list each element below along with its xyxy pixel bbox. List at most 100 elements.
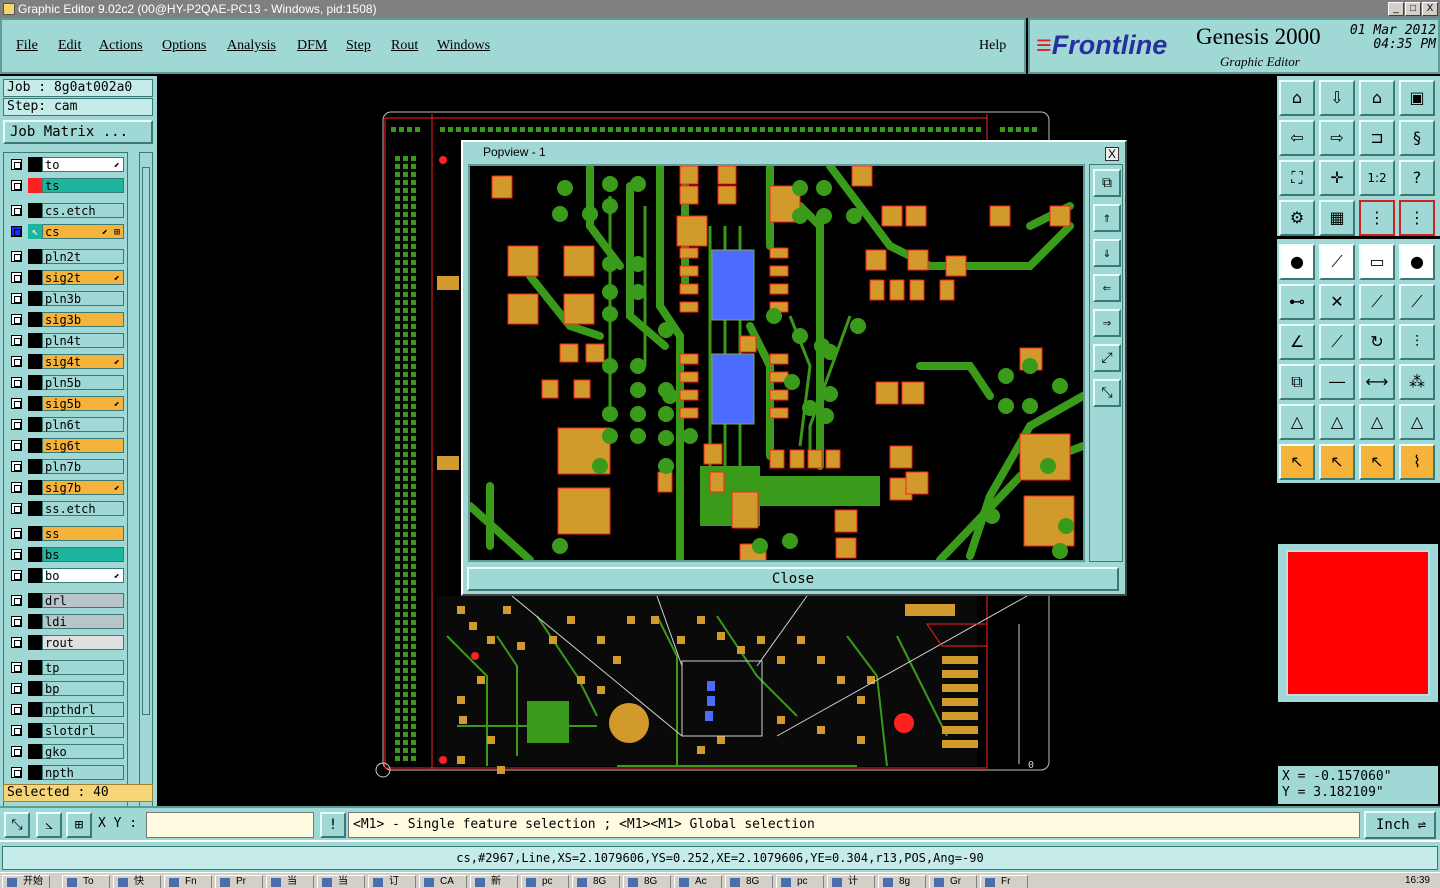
home-icon[interactable]: ⌂ [1359,80,1395,116]
layer-checkbox[interactable] [11,180,22,191]
array-icon[interactable]: ⁂ [1399,364,1435,400]
layer-checkbox[interactable] [11,272,22,283]
board-overview[interactable] [1278,544,1438,702]
layer-name[interactable]: npth [42,765,124,780]
layer-color-swatch[interactable] [28,459,42,474]
layer-checkbox[interactable] [11,725,22,736]
layer-color-swatch[interactable] [28,681,42,696]
layer-name[interactable]: cs ⬋ ⊞ [42,224,124,239]
popview-pan-up-icon[interactable]: ⇑ [1093,204,1121,232]
layer-row[interactable]: sig4t ⬋ [6,354,126,369]
home-up-icon[interactable]: ⌂ [1279,80,1315,116]
layer-checkbox[interactable] [11,662,22,673]
layer-color-swatch[interactable] [28,660,42,675]
unit-selector[interactable]: Inch ⇌ [1364,811,1436,839]
layer-color-swatch[interactable] [28,568,42,583]
snap-icon[interactable]: ⋮ [1359,200,1395,236]
layer-row[interactable]: sig2t ⬋ [6,270,126,285]
layer-color-swatch[interactable] [28,312,42,327]
menu-step[interactable]: Step [346,38,371,54]
taskbar-item[interactable]: 8G [725,875,773,888]
copy-icon[interactable]: ⧉ [1279,364,1315,400]
layer-row[interactable]: to ⬋ [6,157,126,172]
layer-checkbox[interactable] [11,528,22,539]
layer-edit-icon[interactable]: ⬋ [114,481,120,496]
menu-rout[interactable]: Rout [391,38,418,54]
layer-name[interactable]: drl [42,593,124,608]
layer-row[interactable]: bs [6,547,126,562]
layer-color-swatch[interactable] [28,270,42,285]
layer-edit-icon[interactable]: ⬋ [114,271,120,286]
layer-row[interactable]: drl [6,593,126,608]
layer-checkbox[interactable] [11,226,22,237]
resize-icon[interactable]: ⤡ [4,812,30,838]
layer-color-swatch[interactable] [28,354,42,369]
taskbar-item[interactable]: Fn [164,875,212,888]
move-node-icon[interactable]: ⊷ [1279,284,1315,320]
layer-color-swatch[interactable] [28,744,42,759]
scale-icon[interactable]: 1:2 [1359,160,1395,196]
layer-name[interactable]: sig4t ⬋ [42,354,124,369]
layer-row[interactable]: slotdrl [6,723,126,738]
layer-name[interactable]: slotdrl [42,723,124,738]
layer-edit-icon[interactable]: ⬋ ⊞ [102,225,120,240]
connect-icon[interactable]: ⟋ [1359,284,1395,320]
arc-icon[interactable]: ↻ [1359,324,1395,360]
layer-color-swatch[interactable] [28,291,42,306]
maximize-button[interactable]: □ [1405,2,1421,16]
layer-checkbox[interactable] [11,461,22,472]
layer-checkbox[interactable] [11,637,22,648]
select-poly-icon[interactable]: ↖ [1359,444,1395,480]
layer-color-swatch[interactable] [28,178,42,193]
menu-dfm[interactable]: DFM [297,38,327,54]
layer-checkbox[interactable] [11,595,22,606]
layer-color-swatch[interactable] [28,157,42,172]
taskbar-item[interactable]: 快 [113,875,161,888]
close-button[interactable]: X [1422,2,1438,16]
layer-edit-icon[interactable]: ⬋ [114,569,120,584]
taskbar-item[interactable]: CA [419,875,467,888]
layer-name[interactable]: ts [42,178,124,193]
popview-zoom-in-icon[interactable]: ⤢ [1093,344,1121,372]
layer-name[interactable]: cs.etch [42,203,124,218]
layer-row[interactable]: pln5b [6,375,126,390]
layer-name[interactable]: pln3b [42,291,124,306]
layer-color-swatch[interactable] [28,547,42,562]
menu-help[interactable]: Help [979,38,1006,54]
popview-pan-right-icon[interactable]: ⇒ [1093,309,1121,337]
grid-icon[interactable]: ⊞ [66,812,92,838]
taskbar-item[interactable]: Gr [929,875,977,888]
xy-input[interactable] [146,812,314,838]
taskbar-item[interactable]: Fr [980,875,1028,888]
triangle4-icon[interactable]: △ [1399,404,1435,440]
taskbar-item[interactable]: Pr [215,875,263,888]
split-icon[interactable]: ⫶ [1399,324,1435,360]
menu-windows[interactable]: Windows [437,38,490,54]
pan-down-icon[interactable]: ⇩ [1319,80,1355,116]
layer-name[interactable]: pln4t [42,333,124,348]
reshape-icon[interactable]: ⟋ [1399,284,1435,320]
grid-icon[interactable]: ▦ [1319,200,1355,236]
layer-row[interactable]: ts [6,178,126,193]
layer-name[interactable]: rout [42,635,124,650]
layout-icon[interactable]: ▣ [1399,80,1435,116]
layer-row[interactable]: rout [6,635,126,650]
minimize-button[interactable]: _ [1388,2,1404,16]
layer-checkbox[interactable] [11,205,22,216]
layer-name[interactable]: sig3b [42,312,124,327]
layer-color-swatch[interactable] [28,765,42,780]
layer-color-swatch[interactable] [28,417,42,432]
pan-left-icon[interactable]: ⇦ [1279,120,1315,156]
taskbar-item[interactable]: Ac [674,875,722,888]
measure-icon[interactable]: ⦣ [36,812,62,838]
layer-name[interactable]: ss [42,526,124,541]
layer-edit-icon[interactable]: ⬋ [114,355,120,370]
layer-checkbox[interactable] [11,356,22,367]
layer-scrollbar[interactable] [139,152,153,856]
zoom-in-icon[interactable]: ⊐ [1359,120,1395,156]
taskbar-item[interactable]: 8G [623,875,671,888]
popview-zoom-view[interactable] [468,164,1085,562]
layer-checkbox[interactable] [11,251,22,262]
settings-icon[interactable]: ⚙ [1279,200,1315,236]
layer-color-swatch[interactable] [28,333,42,348]
